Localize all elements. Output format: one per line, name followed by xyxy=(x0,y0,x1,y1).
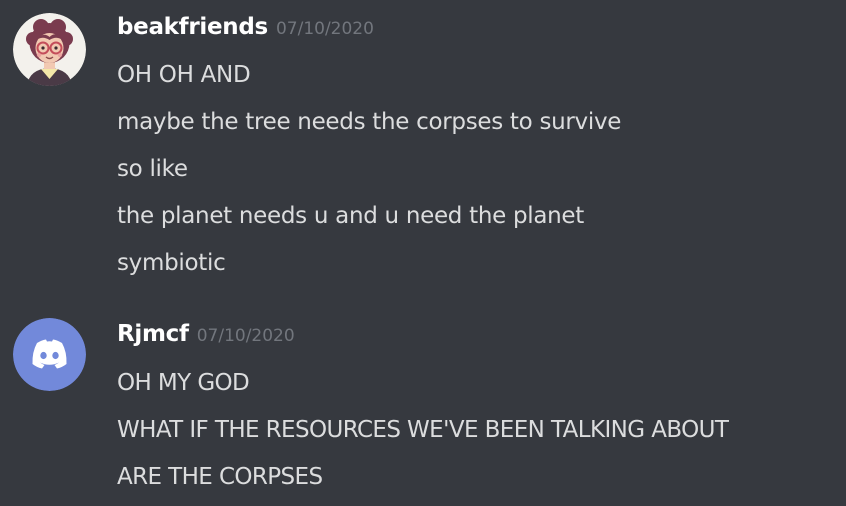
cartoon-avatar-icon[interactable] xyxy=(13,13,86,86)
message-line: OH MY GOD xyxy=(117,370,250,396)
message-line: the planet needs u and u need the planet xyxy=(117,203,585,229)
username[interactable]: beakfriends xyxy=(117,14,268,40)
message-header: beakfriends 07/10/2020 xyxy=(117,14,374,44)
message-lines: OH MY GOD WHAT IF THE RESOURCES WE'VE BE… xyxy=(117,360,729,501)
message-lines: OH OH AND maybe the tree needs the corps… xyxy=(117,52,621,287)
message-line: so like xyxy=(117,156,188,182)
timestamp: 07/10/2020 xyxy=(196,326,295,346)
message-header: Rjmcf 07/10/2020 xyxy=(117,321,295,351)
message-line: symbiotic xyxy=(117,250,226,276)
discord-default-avatar-icon[interactable] xyxy=(13,318,86,391)
message-line: WHAT IF THE RESOURCES WE'VE BEEN TALKING… xyxy=(117,417,729,443)
username[interactable]: Rjmcf xyxy=(117,321,189,347)
message-line: ARE THE CORPSES xyxy=(117,464,323,490)
timestamp: 07/10/2020 xyxy=(275,19,374,39)
message-line: maybe the tree needs the corpses to surv… xyxy=(117,109,622,135)
message-line: OH OH AND xyxy=(117,62,251,88)
